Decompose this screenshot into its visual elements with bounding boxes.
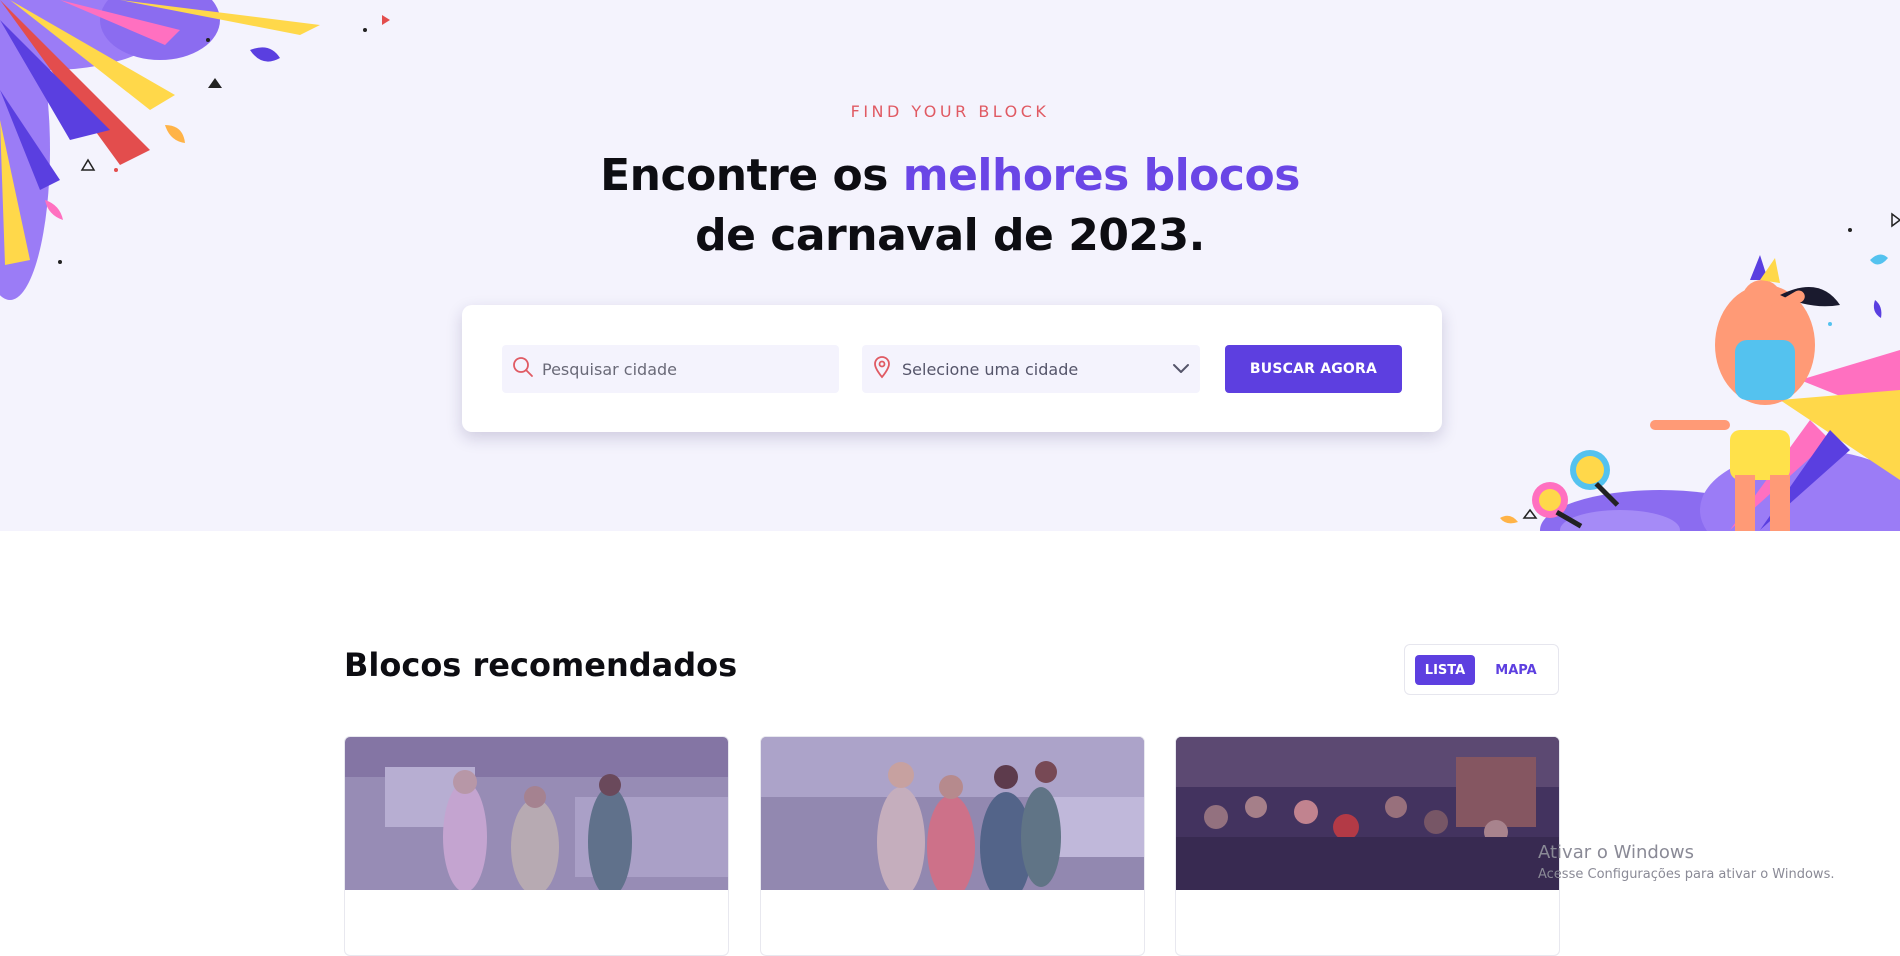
- chevron-down-icon: [1170, 357, 1192, 383]
- hero-title: Encontre os melhores blocos de carnaval …: [0, 146, 1900, 266]
- hero-title-part2: de carnaval de 2023.: [695, 210, 1205, 261]
- search-field[interactable]: [502, 345, 839, 393]
- card-photo: [345, 737, 728, 890]
- search-city-input[interactable]: [534, 358, 824, 380]
- hero-title-accent: melhores blocos: [902, 150, 1301, 201]
- view-toggle: LISTA MAPA: [1404, 644, 1559, 695]
- city-select[interactable]: Selecione uma cidade: [862, 345, 1200, 393]
- card-photo: [761, 737, 1144, 890]
- block-card[interactable]: [344, 736, 729, 956]
- hero-eyebrow: FIND YOUR BLOCK: [850, 102, 1050, 121]
- search-icon: [512, 356, 534, 382]
- hero-title-part1: Encontre os: [600, 150, 903, 201]
- search-submit-button[interactable]: BUSCAR AGORA: [1225, 345, 1402, 393]
- location-pin-icon: [872, 355, 892, 383]
- city-select-value: Selecione uma cidade: [902, 359, 1079, 379]
- block-card[interactable]: [1175, 736, 1560, 956]
- search-card: Selecione uma cidade BUSCAR AGORA: [462, 305, 1442, 432]
- recommended-title: Blocos recomendados: [344, 646, 738, 684]
- windows-activation-watermark: Ativar o Windows Acesse Configurações pa…: [1538, 842, 1834, 882]
- list-view-button[interactable]: LISTA: [1415, 655, 1475, 685]
- watermark-line2: Acesse Configurações para ativar o Windo…: [1538, 867, 1835, 882]
- block-card[interactable]: [760, 736, 1145, 956]
- hero-section: FIND YOUR BLOCK Encontre os melhores blo…: [0, 0, 1900, 531]
- watermark-line1: Ativar o Windows: [1538, 842, 1694, 863]
- map-view-button[interactable]: MAPA: [1483, 655, 1549, 685]
- card-photo: [1176, 737, 1559, 890]
